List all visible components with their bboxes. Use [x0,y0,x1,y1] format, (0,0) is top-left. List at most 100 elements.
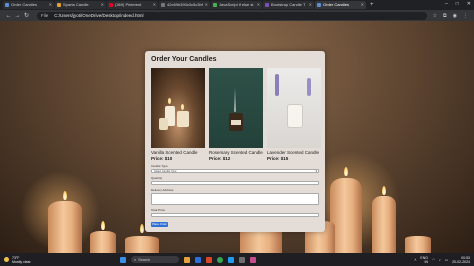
language-indicator[interactable]: ENG IN [420,256,428,264]
menu-icon[interactable]: ⋮ [463,13,468,19]
total-price-field [151,213,319,217]
quantity-label: Quantity [151,176,163,180]
language-text: ENG [420,255,428,260]
speaker-icon[interactable]: ♪ [439,258,441,262]
file-indicator[interactable]: File [41,13,48,18]
flame-icon [140,224,144,233]
wifi-icon[interactable]: ◠ [432,258,435,262]
product-name: Vanilla Scented Candle [151,150,198,155]
vscode-icon[interactable] [228,256,234,263]
background-candle [48,201,82,253]
page-icon [213,3,217,7]
product-price: Price: $15 [267,156,289,161]
reload-icon[interactable]: ↻ [22,12,31,19]
rosemary-candle-image [209,68,263,148]
lavender-sprig [275,74,279,96]
url-text: C:/Users/jyoti/OneDrive/Desktop/indeed.h… [54,13,144,18]
bootstrap-icon [265,3,269,7]
background-candle [405,236,431,253]
close-icon[interactable]: ✕ [205,1,208,9]
weather-widget[interactable]: 73°F Mostly clear [0,256,120,264]
flame-icon [344,167,348,176]
window-controls: – □ ✕ [445,1,471,7]
app-icon[interactable] [250,256,256,263]
tab-label: 42c69b390c0c5c3bf [167,2,203,7]
forward-icon[interactable]: → [13,13,22,19]
system-tray: ˄ ENG IN ◠ ♪ ▭ 00:53 20-02-2024 [414,256,474,264]
clock[interactable]: 00:53 20-02-2024 [452,256,470,264]
tab-bootstrap[interactable]: Bootstrap Candle T ✕ [263,1,314,9]
extensions-icon[interactable]: ⧉ [443,13,447,19]
tab-label: JavaScript if else st [219,2,254,7]
close-icon[interactable]: ✕ [101,1,104,9]
quantity-input[interactable] [151,181,319,185]
background-candle [372,196,396,253]
jar-candle-shape [287,104,303,128]
taskbar-search[interactable]: ⌕ Search [131,256,179,263]
tab-sparta-candle[interactable]: Sparta Candle ✕ [55,1,106,9]
tab-order-candles-1[interactable]: Order Candles ✕ [3,1,54,9]
tab-bar: Order Candles ✕ Sparta Candle ✕ (369) Pi… [0,0,474,10]
flame-icon [181,104,184,110]
lavender-sprig [307,78,311,96]
office-icon[interactable] [206,256,212,263]
file-explorer-icon[interactable] [184,256,190,263]
maximize-button[interactable]: □ [456,1,459,7]
tab-label: Order Candles [323,2,350,7]
profile-icon[interactable]: ◉ [453,13,457,19]
tab-pinterest[interactable]: (369) Pinterest ✕ [107,1,158,9]
back-icon[interactable]: ← [4,13,13,19]
weather-desc: Mostly clear [12,259,31,264]
tab-label: (369) Pinterest [115,2,142,7]
jar-label [231,120,241,125]
close-icon[interactable]: ✕ [257,1,260,9]
tab-image[interactable]: 42c69b390c0c5c3bf ✕ [159,1,210,9]
product-price: Price: $10 [151,156,173,161]
chevron-up-icon[interactable]: ˄ [414,258,416,262]
page-icon [5,3,9,7]
close-icon[interactable]: ✕ [361,1,364,9]
edge-icon[interactable] [195,256,201,263]
lavender-candle-image [267,68,321,148]
pinterest-icon [109,3,113,7]
address-bar: ← → ↻ File C:/Users/jyoti/OneDrive/Deskt… [0,10,474,21]
page-icon [317,3,321,7]
candle-shape [177,111,189,127]
tab-order-candles-active[interactable]: Order Candles ✕ [315,1,366,9]
background-candle [125,236,159,253]
close-icon[interactable]: ✕ [49,1,52,9]
star-icon[interactable]: ☆ [433,13,437,19]
close-window-button[interactable]: ✕ [467,1,471,7]
background-candle [90,231,116,253]
new-tab-button[interactable]: + [370,2,374,8]
tab-javascript[interactable]: JavaScript if else st ✕ [211,1,262,9]
product-name: Rosemary Scented Candle [209,150,263,155]
total-price-label: Total Price [151,208,166,212]
place-order-button[interactable]: Place Order [151,222,168,227]
candle-type-label: Candle Type [151,164,168,168]
tab-label: Order Candles [11,2,38,7]
url-field[interactable]: File C:/Users/jyoti/OneDrive/Desktop/ind… [37,11,427,20]
page-title: Order Your Candles [151,56,217,63]
windows-start-icon[interactable] [120,256,126,263]
flame-icon [63,191,67,200]
product-list: Vanilla Scented Candle Price: $10 Rosema… [151,68,321,161]
candle-type-select[interactable]: Select Candle Type ▾ [151,169,319,173]
store-icon[interactable] [239,256,245,263]
battery-icon[interactable]: ▭ [445,258,448,262]
delivery-address-label: Delivery Address [151,188,174,192]
product-name: Lavender Scented Candle [267,150,320,155]
taskbar: 73°F Mostly clear ⌕ Search ˄ ENG IN ◠ ♪ … [0,253,474,266]
tab-label: Sparta Candle [63,2,89,7]
close-icon[interactable]: ✕ [153,1,156,9]
minimize-button[interactable]: – [445,1,448,7]
region-text: IN [424,259,428,264]
chevron-down-icon: ▾ [315,169,317,173]
chrome-icon[interactable] [217,256,223,263]
search-placeholder: Search [138,257,151,262]
delivery-address-textarea[interactable] [151,193,319,205]
page-icon [57,3,61,7]
close-icon[interactable]: ✕ [309,1,312,9]
flame-icon [168,98,171,104]
product-card-lavender: Lavender Scented Candle Price: $15 [267,68,321,161]
